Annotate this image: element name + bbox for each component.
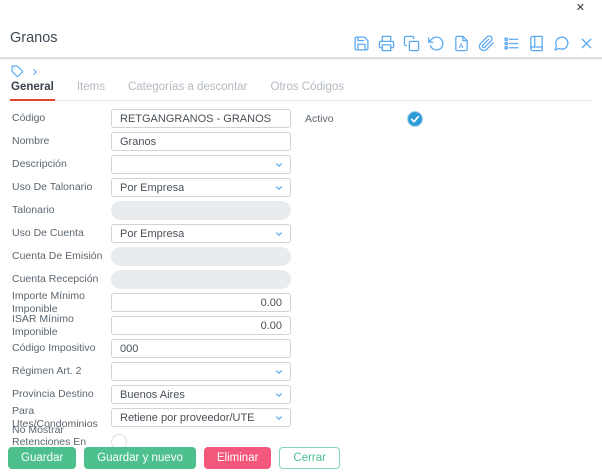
field-value: Granos [112,136,156,148]
provincia-destino-select[interactable]: Buenos Aires [111,385,291,404]
nombre-input[interactable]: Granos [111,132,291,151]
chevron-down-icon [274,413,284,423]
field-label: Código Impositivo [12,342,111,354]
tag-icon[interactable] [11,65,24,78]
action-buttons: Guardar Guardar y nuevo Eliminar Cerrar [8,447,340,469]
form-row: Cuenta Recepción [12,270,291,289]
field-label: Talonario [12,204,111,216]
field-label: Importe Mínimo Imponible [12,290,111,314]
guardar-button[interactable]: Guardar [8,447,76,469]
field-label: Cuenta De Emisión [12,250,111,262]
uso-de-cuenta-select[interactable]: Por Empresa [111,224,291,243]
form-row: Descripción [12,155,291,174]
field-label: Régimen Art. 2 [12,365,111,377]
codigo-input[interactable]: RETGANGRANOS - GRANOS [111,109,291,128]
form-row: Código Impositivo 000 [12,339,291,358]
chevron-down-icon [274,390,284,400]
field-value: RETGANGRANOS - GRANOS [112,113,271,125]
field-label: Activo [305,113,407,125]
field-value: Por Empresa [112,228,184,240]
isar-minimo-imponible-input[interactable]: 0.00 [111,316,291,335]
field-label: Uso De Talonario [12,181,111,193]
form-row: Uso De Cuenta Por Empresa [12,224,291,243]
codigo-impositivo-input[interactable]: 000 [111,339,291,358]
svg-text:A: A [459,43,464,50]
form-row: Uso De Talonario Por Empresa [12,178,291,197]
history-icon[interactable] [428,35,445,52]
tab-categorias-a-descontar[interactable]: Categorías a descontar [127,79,249,101]
close-icon[interactable] [578,35,595,52]
toolbar: A [353,35,595,52]
tab-general[interactable]: General [10,79,55,101]
field-value: Retiene por proveedor/UTE [112,412,255,424]
field-value: 000 [112,343,138,355]
document-a-icon[interactable]: A [453,35,470,52]
talonario-input-disabled [111,201,291,220]
uso-de-talonario-select[interactable]: Por Empresa [111,178,291,197]
chevron-right-icon [30,67,40,77]
tab-bar: General Items Categorías a descontar Otr… [10,79,592,101]
field-label: Código [12,112,111,124]
save-icon[interactable] [353,35,370,52]
field-label: Descripción [12,158,111,170]
field-label: Cuenta Recepción [12,273,111,285]
descripcion-select[interactable] [111,155,291,174]
comment-icon[interactable] [553,35,570,52]
chevron-down-icon [274,367,284,377]
field-label: Provincia Destino [12,388,111,400]
checklist-icon[interactable] [503,35,520,52]
form-row: Cuenta De Emisión [12,247,291,266]
cuenta-de-emision-input-disabled [111,247,291,266]
chevron-down-icon [274,160,284,170]
form-row: Talonario [12,201,291,220]
field-value: Buenos Aires [112,389,185,401]
attachment-icon[interactable] [478,35,495,52]
general-form: Código RETGANGRANOS - GRANOS Nombre Gran… [12,109,291,457]
field-value: 0.00 [112,297,290,309]
copy-icon[interactable] [403,35,420,52]
eliminar-button[interactable]: Eliminar [204,447,272,469]
form-row: Nombre Granos [12,132,291,151]
print-icon[interactable] [378,35,395,52]
field-label: Uso De Cuenta [12,227,111,239]
activo-checked-icon[interactable] [407,111,423,127]
activo-field: Activo [305,111,423,127]
field-value: Por Empresa [112,182,184,194]
chevron-down-icon [274,229,284,239]
form-row: Régimen Art. 2 [12,362,291,381]
cerrar-button[interactable]: Cerrar [279,447,340,469]
guardar-y-nuevo-button[interactable]: Guardar y nuevo [84,447,196,469]
window-close-icon[interactable]: ✕ [576,2,585,14]
dialog-granos: ✕ Granos A General Items Categorías a de… [0,0,602,472]
breadcrumb [11,65,40,78]
form-row: Provincia Destino Buenos Aires [12,385,291,404]
page-title: Granos [10,30,58,46]
cuenta-recepcion-input-disabled [111,270,291,289]
form-row: Código RETGANGRANOS - GRANOS [12,109,291,128]
header-divider [0,57,602,60]
field-label: ISAR Mínimo Imponible [12,313,111,337]
field-label: Nombre [12,135,111,147]
journal-icon[interactable] [528,35,545,52]
tab-otros-codigos[interactable]: Otros Códigos [270,79,346,101]
regimen-art-2-select[interactable] [111,362,291,381]
field-value: 0.00 [112,320,290,332]
tab-items[interactable]: Items [76,79,106,101]
form-row: ISAR Mínimo Imponible 0.00 [12,316,291,335]
para-utes-condominios-select[interactable]: Retiene por proveedor/UTE [111,408,291,427]
chevron-down-icon [274,183,284,193]
importe-minimo-imponible-input[interactable]: 0.00 [111,293,291,312]
form-row: Importe Mínimo Imponible 0.00 [12,293,291,312]
